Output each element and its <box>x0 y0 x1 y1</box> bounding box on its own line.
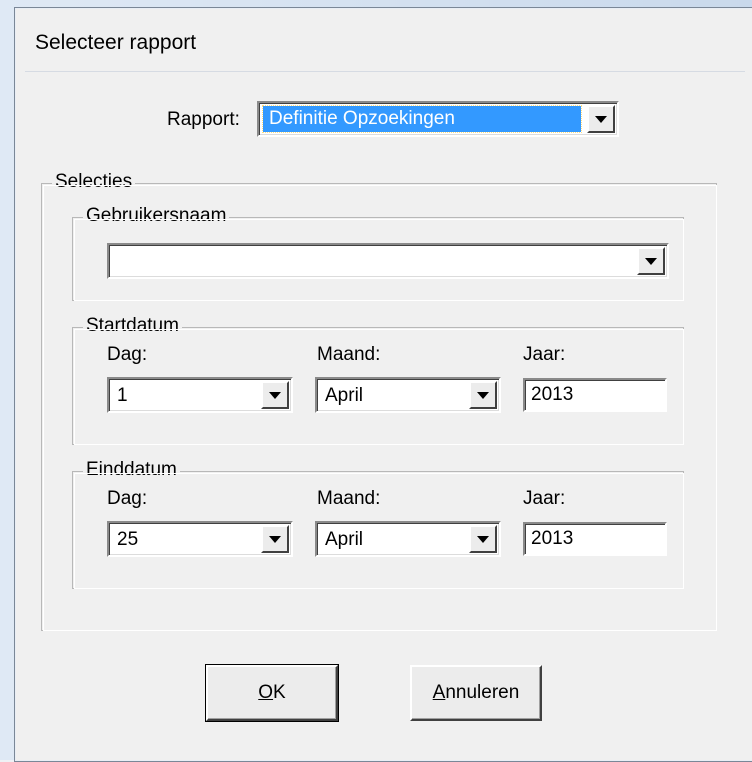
dialog-window: Selecteer rapport Rapport: Definitie Opz… <box>14 7 752 762</box>
eind-maand-label: Maand: <box>317 488 381 509</box>
eind-maand-dropdown-button[interactable] <box>469 525 497 553</box>
startdatum-legend: Startdatum <box>83 315 182 337</box>
einddatum-legend: Einddatum <box>83 459 180 481</box>
rapport-select-value: Definitie Opzoekingen <box>262 105 582 133</box>
gebruikersnaam-group: Gebruikersnaam <box>72 205 684 301</box>
eind-jaar-input[interactable]: 2013 <box>523 522 667 556</box>
start-maand-dropdown-button[interactable] <box>469 381 497 409</box>
window-title: Selecteer rapport <box>35 31 197 54</box>
start-jaar-value: 2013 <box>531 384 574 405</box>
eind-maand-select[interactable]: April <box>315 521 501 557</box>
gebruikersnaam-dropdown-button[interactable] <box>637 247 665 275</box>
rapport-select[interactable]: Definitie Opzoekingen <box>257 101 619 137</box>
rapport-label: Rapport: <box>167 109 240 130</box>
eind-jaar-value: 2013 <box>531 528 574 549</box>
annuleren-button[interactable]: Annuleren <box>410 665 542 721</box>
start-dag-value: 1 <box>117 385 128 406</box>
chevron-down-icon <box>477 535 489 543</box>
start-dag-dropdown-button[interactable] <box>261 381 289 409</box>
chevron-down-icon <box>269 391 281 399</box>
start-maand-value: April <box>325 385 364 406</box>
annuleren-button-label: Annuleren <box>432 682 520 703</box>
dialog-client-area: Rapport: Definitie Opzoekingen Selecties… <box>25 71 745 758</box>
chevron-down-icon <box>269 535 281 543</box>
eind-dag-select[interactable]: 25 <box>107 521 293 557</box>
einddatum-group: Einddatum Dag: Maand: Jaar: 25 April 201… <box>72 459 684 589</box>
start-jaar-input[interactable]: 2013 <box>523 378 667 412</box>
eind-dag-value: 25 <box>117 529 139 550</box>
selecties-legend: Selecties <box>52 171 136 193</box>
start-jaar-label: Jaar: <box>523 344 566 365</box>
eind-dag-dropdown-button[interactable] <box>261 525 289 553</box>
ok-button-label: OK <box>258 682 286 703</box>
selecties-group: Selecties Gebruikersnaam Startdatum Dag:… <box>41 171 717 631</box>
chevron-down-icon <box>595 115 607 123</box>
eind-maand-value: April <box>325 529 364 550</box>
gebruikersnaam-legend: Gebruikersnaam <box>83 205 230 227</box>
startdatum-group: Startdatum Dag: Maand: Jaar: 1 April 201… <box>72 315 684 445</box>
chevron-down-icon <box>477 391 489 399</box>
gebruikersnaam-select[interactable] <box>107 243 669 279</box>
start-dag-label: Dag: <box>107 344 148 365</box>
start-maand-select[interactable]: April <box>315 377 501 413</box>
eind-dag-label: Dag: <box>107 488 148 509</box>
start-dag-select[interactable]: 1 <box>107 377 293 413</box>
rapport-dropdown-button[interactable] <box>587 105 615 133</box>
ok-button[interactable]: OK <box>205 664 339 722</box>
chevron-down-icon <box>645 257 657 265</box>
start-maand-label: Maand: <box>317 344 381 365</box>
eind-jaar-label: Jaar: <box>523 488 566 509</box>
